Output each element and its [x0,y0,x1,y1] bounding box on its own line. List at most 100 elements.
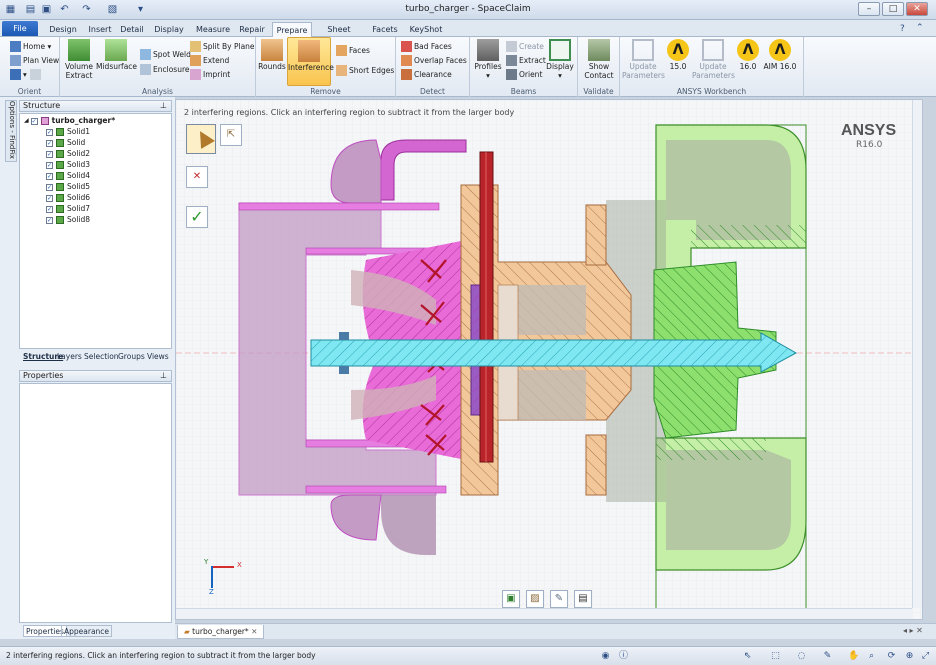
tab-measure[interactable]: Measure [194,22,232,37]
document-tabs: ▰ turbo_charger* ✕ ◂ ▸ ✕ [175,623,936,639]
tab-display[interactable]: Display [151,22,187,37]
zoom-extent-icon[interactable]: ⊕ [904,651,915,662]
tree-item-solid7[interactable]: ✓ Solid7 [46,204,90,214]
solid-filter-icon[interactable]: ▣ [502,590,520,608]
rotate-icon[interactable]: ⟳ [886,651,897,662]
pan-icon[interactable]: ✋ [848,651,859,662]
create-beam-button[interactable]: Create [506,41,544,52]
tab-keyshot[interactable]: KeyShot [408,22,444,37]
aim-16-button[interactable]: Λ AIM 16.0 [762,39,798,71]
fit-icon[interactable]: ⤢ [920,651,931,662]
checkbox[interactable]: ✓ [46,139,53,147]
pin-icon[interactable]: ⊥ [160,101,167,111]
checkbox[interactable]: ✓ [46,161,53,169]
checkbox[interactable]: ✓ [46,194,53,202]
home-button[interactable]: Home ▾ [10,41,51,52]
tab-detail[interactable]: Detail [118,22,146,37]
tree-item-solid3[interactable]: ✓ Solid3 [46,160,90,170]
snap-view-icon[interactable] [29,69,41,80]
tab-layers[interactable]: Layers [57,351,82,363]
volume-extract-button[interactable]: Volume Extract [64,39,94,80]
tab-sheet-metal[interactable]: Sheet Metal [316,22,362,49]
checkbox[interactable]: ✓ [46,150,53,158]
exclude-tool-button[interactable]: ✕ [186,166,208,188]
extract-beam-button[interactable]: Extract [506,55,546,66]
pin-icon[interactable]: ⊥ [160,371,167,381]
tree-item-solid2[interactable]: ✓ Solid2 [46,149,90,159]
lasso-icon[interactable]: ◌ [796,651,807,662]
select-tool-button[interactable] [186,124,216,154]
vertical-scrollbar[interactable] [912,100,922,608]
maximize-button[interactable]: □ [882,2,904,16]
ansys-15-button[interactable]: Λ 15.0 [666,39,690,71]
complete-tool-button[interactable]: ✓ [186,206,208,228]
select-alt-tool-button[interactable]: ⇱ [220,124,242,146]
orient-beam-button[interactable]: Orient [506,69,542,80]
minimize-button[interactable]: – [858,2,880,16]
select-mode-icon[interactable]: ⇖ [742,651,753,662]
3d-viewport[interactable]: 2 interfering regions. Click an interfer… [175,99,923,620]
checkbox[interactable]: ✓ [46,216,53,224]
split-by-plane-button[interactable]: Split By Plane [190,41,255,52]
overlap-faces-button[interactable]: Overlap Faces [401,55,467,66]
bad-faces-button[interactable]: Bad Faces [401,41,452,52]
spot-weld-button[interactable]: Spot Weld [140,49,191,60]
checkbox[interactable]: ✓ [46,183,53,191]
faces-button[interactable]: Faces [336,45,370,56]
display-style-icon[interactable]: ▤ [574,590,592,608]
tree-item-solid5[interactable]: ✓ Solid5 [46,182,90,192]
tab-views[interactable]: Views [147,351,169,363]
options-findfix-tab[interactable]: Options - FindFix [5,100,17,162]
record-icon[interactable]: ◉ [600,651,611,662]
tab-prepare[interactable]: Prepare [272,22,312,37]
show-contact-button[interactable]: Show Contact [581,39,617,80]
plan-view-button[interactable]: Plan View [10,55,59,66]
tree-item-solid[interactable]: ✓ Solid [46,138,85,148]
tree-root[interactable]: ◢ ✓ turbo_charger* [24,116,115,126]
tab-nav-icon[interactable]: ◂ ▸ ✕ [903,626,923,635]
imprint-button[interactable]: Imprint [190,69,230,80]
interference-button[interactable]: Interference [287,37,334,86]
doc-tab-turbo-charger[interactable]: ▰ turbo_charger* ✕ [177,625,265,639]
tree-item-solid6[interactable]: ✓ Solid6 [46,193,90,203]
clearance-button[interactable]: Clearance [401,69,452,80]
section-icon[interactable]: ▨ [526,590,544,608]
tree-item-solid1[interactable]: ✓ Solid1 [46,127,90,137]
horizontal-scrollbar[interactable] [176,608,912,619]
zoom-icon[interactable]: ⌕ [866,651,877,662]
tab-design[interactable]: Design [47,22,79,37]
checkbox[interactable]: ✓ [46,205,53,213]
update-parameters-button-2[interactable]: Update Parameters [692,39,735,80]
collapse-icon[interactable]: ◢ [24,116,29,126]
extend-button[interactable]: Extend [190,55,229,66]
checkbox[interactable]: ✓ [46,172,53,180]
view-cube-button[interactable]: ▾ [10,69,43,80]
checkbox[interactable]: ✓ [30,117,38,125]
tab-groups[interactable]: Groups [118,351,145,363]
update-parameters-button-1[interactable]: Update Parameters [622,39,665,80]
enclosure-button[interactable]: Enclosure [140,64,189,75]
ansys-16-button[interactable]: Λ 16.0 [736,39,760,71]
midsurface-button[interactable]: Midsurface [96,39,137,71]
tab-selection[interactable]: Selection [84,351,119,363]
tab-file[interactable]: File [2,21,38,36]
short-edges-button[interactable]: Short Edges [336,65,394,76]
display-beam-button[interactable]: Display ▾ [546,39,574,80]
pen-icon[interactable]: ✎ [822,651,833,662]
profiles-button[interactable]: Profiles ▾ [473,39,503,80]
close-button[interactable]: ✕ [906,2,928,16]
tab-repair[interactable]: Repair [236,22,268,37]
close-tab-icon[interactable]: ✕ [251,627,257,636]
box-select-icon[interactable]: ⬚ [770,651,781,662]
info-icon[interactable]: ⓘ [618,651,629,662]
rounds-button[interactable]: Rounds [258,39,286,71]
checkbox[interactable]: ✓ [46,128,53,136]
tree-item-solid8[interactable]: ✓ Solid8 [46,215,90,225]
help-icon[interactable]: ? [900,24,905,34]
tab-insert[interactable]: Insert [85,22,115,37]
sketch-icon[interactable]: ✎ [550,590,568,608]
tree-item-solid4[interactable]: ✓ Solid4 [46,171,90,181]
tab-appearance[interactable]: Appearance [61,625,113,637]
tab-facets[interactable]: Facets [368,22,402,37]
ribbon-collapse-icon[interactable]: ⌃ [916,23,924,33]
